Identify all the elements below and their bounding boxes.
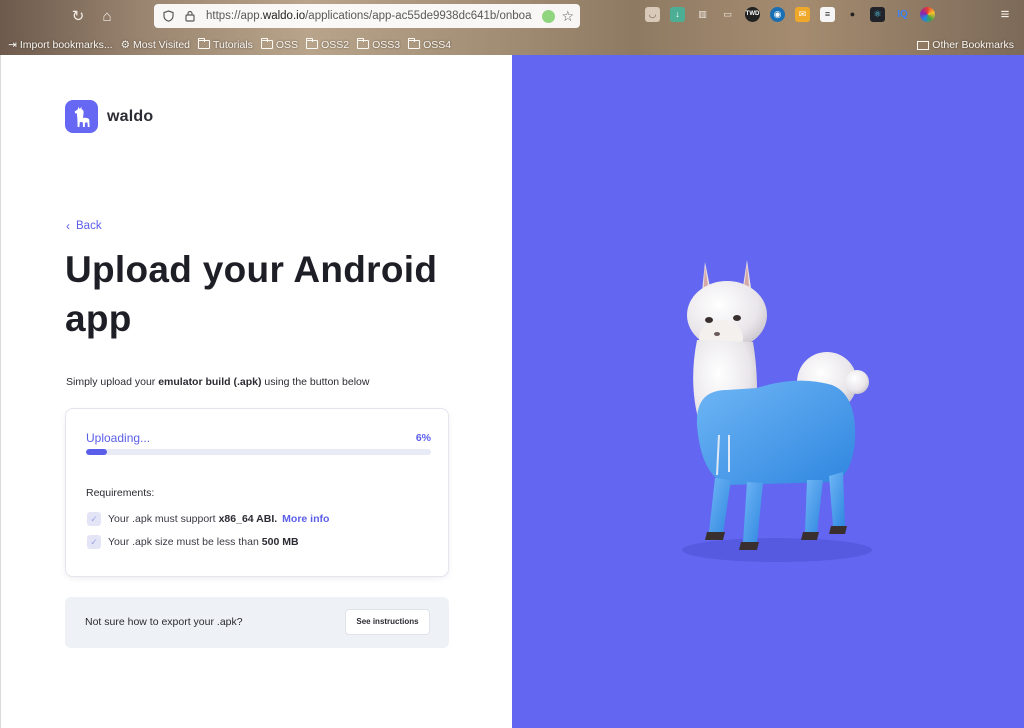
url-actions: ☆: [542, 8, 574, 25]
url-prefix: https://app.: [206, 10, 263, 22]
bookmark-import[interactable]: ⇥ Import bookmarks...: [8, 39, 113, 51]
requirements-title: Requirements:: [86, 487, 155, 499]
requirement-value: x86_64 ABI.: [218, 513, 278, 525]
bookmark-label: Import bookmarks...: [19, 38, 113, 51]
library-icon[interactable]: ▥: [695, 7, 710, 22]
home-icon[interactable]: ⌂: [97, 7, 117, 27]
globe-extension-icon[interactable]: ◉: [770, 7, 785, 22]
back-link[interactable]: ‹ Back: [66, 219, 102, 233]
browser-chrome: ↻ ⌂ https://app.waldo.io/applications/ap…: [0, 0, 1024, 55]
bookmark-label: OSS2: [321, 38, 350, 51]
lock-icon[interactable]: [182, 8, 198, 24]
bookmarks-bar: ⇥ Import bookmarks... ⚙ Most Visited Tutor…: [0, 34, 1024, 55]
reader-icon[interactable]: ▭: [720, 7, 735, 22]
folder-icon: [917, 40, 930, 50]
import-icon: ⇥: [8, 38, 17, 51]
page-title: Upload your Android app: [65, 249, 438, 339]
folder-icon: [306, 38, 319, 49]
illustration-panel: [512, 55, 1024, 728]
requirement-text: Your .apk size must be less than: [108, 536, 259, 548]
bookmark-oss2[interactable]: OSS2: [306, 38, 350, 51]
url-rest: /applications/app-ac55de9938dc641b/onboa: [305, 10, 532, 22]
bookmark-other[interactable]: Other Bookmarks: [917, 39, 1014, 51]
onboarding-panel: waldo ‹ Back Upload your Android app Sim…: [0, 55, 512, 728]
bookmark-oss[interactable]: OSS: [260, 38, 299, 51]
subtitle-prefix: Simply upload your: [66, 376, 159, 388]
upload-percent: 6%: [415, 432, 431, 444]
bookmark-label: Other Bookmarks: [932, 39, 1014, 51]
github-extension-icon[interactable]: ●: [845, 7, 860, 22]
bookmark-most-visited[interactable]: ⚙ Most Visited: [121, 39, 190, 51]
checkbox-icon: ✓: [87, 512, 101, 526]
twd-extension-icon[interactable]: TWD: [745, 7, 760, 22]
hamburger-menu-icon[interactable]: ≡: [996, 6, 1014, 24]
requirement-item: ✓ Your .apk must support x86_64 ABI. Mor…: [87, 512, 329, 526]
bookmark-oss3[interactable]: OSS3: [357, 38, 401, 51]
upload-status-row: Uploading... 6%: [86, 431, 431, 445]
notes-extension-icon[interactable]: ≡: [820, 7, 835, 22]
folder-icon: [198, 38, 211, 49]
extension-toolbar: ◡ ↓ ▥ ▭ TWD ◉ ✉ ≡ ● ⚛ IQ: [645, 7, 935, 22]
bookmark-label: Tutorials: [213, 38, 253, 51]
upload-progress-fill: [86, 449, 107, 455]
export-help-bar: Not sure how to export your .apk? See in…: [65, 597, 449, 648]
checkbox-icon: ✓: [87, 535, 101, 549]
waldo-logo[interactable]: waldo: [65, 100, 153, 133]
download-icon[interactable]: ↓: [670, 7, 685, 22]
url-domain: waldo.io: [262, 10, 306, 22]
llama-logo-icon: [65, 100, 98, 133]
see-instructions-button[interactable]: See instructions: [345, 609, 430, 635]
bookmark-label: OSS4: [423, 38, 452, 51]
bookmark-tutorials[interactable]: Tutorials: [198, 38, 253, 51]
url-text: https://app.waldo.io/applications/app-ac…: [206, 10, 542, 22]
folder-icon: [260, 38, 273, 49]
gear-icon: ⚙: [120, 38, 131, 51]
bookmark-label: OSS: [275, 38, 299, 51]
subtitle-emphasis: emulator build (.apk): [158, 376, 262, 388]
reload-icon[interactable]: ↻: [68, 7, 88, 27]
bookmark-star-icon[interactable]: ☆: [561, 8, 574, 25]
pocket-icon[interactable]: ◡: [645, 7, 660, 22]
folder-icon: [357, 38, 370, 49]
upload-progress-bar: [86, 449, 431, 455]
folder-icon: [408, 38, 421, 49]
more-info-link[interactable]: More info: [282, 513, 329, 525]
bookmark-oss4[interactable]: OSS4: [408, 38, 452, 51]
address-bar[interactable]: https://app.waldo.io/applications/app-ac…: [154, 4, 580, 28]
chevron-left-icon: ‹: [66, 219, 70, 233]
requirement-item: ✓ Your .apk size must be less than 500 M…: [87, 535, 302, 549]
upload-status: Uploading...: [86, 431, 151, 445]
requirement-value: 500 MB: [261, 536, 299, 548]
color-picker-icon[interactable]: [920, 7, 935, 22]
extension-badge-icon[interactable]: [542, 9, 556, 23]
upload-card: Uploading... 6% Requirements: ✓ Your .ap…: [65, 408, 449, 577]
page-subtitle: Simply upload your emulator build (.apk)…: [66, 376, 369, 388]
requirement-text: Your .apk must support: [108, 513, 216, 525]
mail-extension-icon[interactable]: ✉: [795, 7, 810, 22]
bookmark-label: OSS3: [372, 38, 401, 51]
brand-name: waldo: [107, 107, 154, 125]
export-help-text: Not sure how to export your .apk?: [85, 616, 243, 628]
iq-extension-icon[interactable]: IQ: [895, 7, 910, 22]
subtitle-suffix: using the button below: [261, 376, 370, 388]
llama-illustration: [682, 260, 872, 562]
back-label: Back: [76, 220, 102, 232]
shield-icon[interactable]: [160, 8, 176, 24]
react-devtools-icon[interactable]: ⚛: [870, 7, 885, 22]
bookmark-label: Most Visited: [133, 38, 191, 51]
browser-toolbar: ↻ ⌂ https://app.waldo.io/applications/ap…: [0, 0, 1024, 33]
